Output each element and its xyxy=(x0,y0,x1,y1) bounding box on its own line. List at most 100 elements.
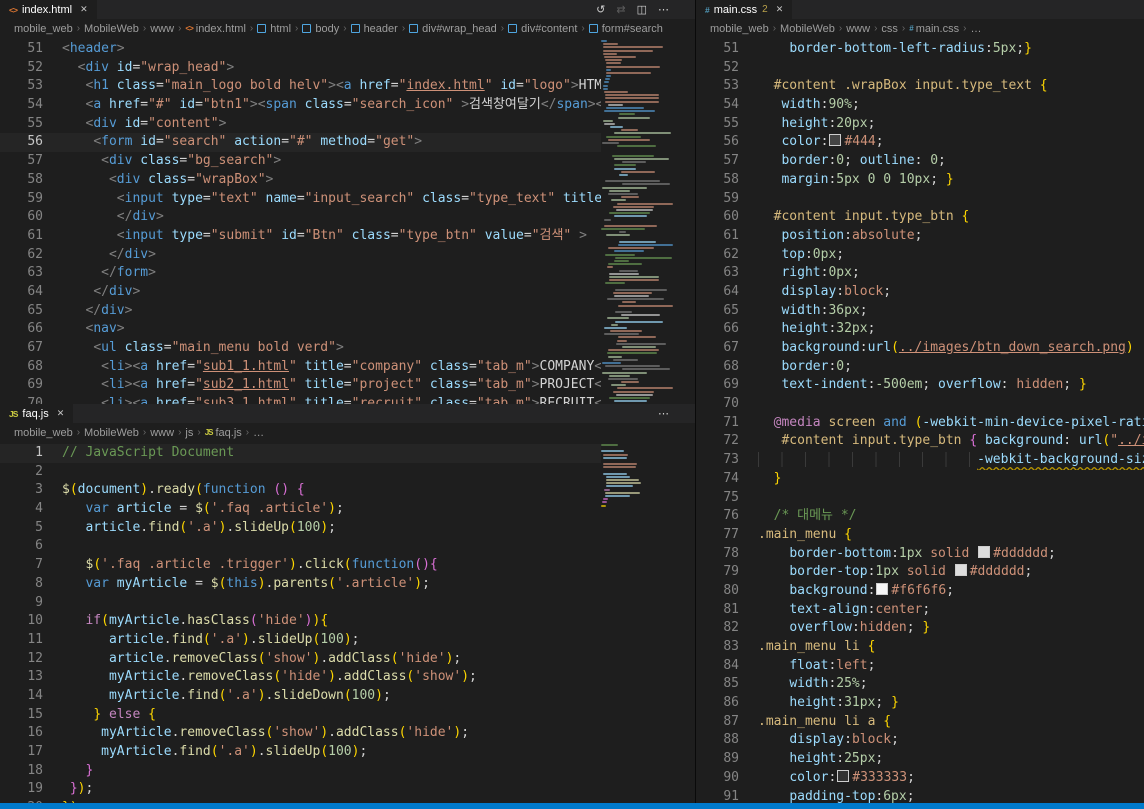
breadcrumb-item[interactable]: MobileWeb xyxy=(780,23,835,35)
code-line: 56 <form id="search" action="#" method="… xyxy=(0,133,695,152)
more-actions-icon[interactable]: ⋯ xyxy=(658,3,669,16)
breadcrumb-separator: › xyxy=(250,23,253,34)
code-line: 90 color:#333333; xyxy=(696,769,1144,788)
breadcrumb-item[interactable]: JSfaq.js xyxy=(205,427,242,439)
status-bar[interactable] xyxy=(0,803,1144,809)
editor-pane-faq-js: JS faq.js ✕ ⋯ mobile_web › MobileWeb › www › j… xyxy=(0,404,695,803)
minimap[interactable] xyxy=(601,38,695,404)
breadcrumb-item[interactable]: www xyxy=(150,427,174,439)
tab-label: main.css xyxy=(714,4,757,16)
breadcrumb[interactable]: mobile_web›MobileWeb›www›js›JSfaq.js›… xyxy=(0,423,695,442)
breadcrumb-separator: › xyxy=(773,23,776,34)
tab-faq-js[interactable]: JS faq.js ✕ xyxy=(0,404,73,423)
close-icon[interactable]: ✕ xyxy=(776,4,784,15)
open-changes-icon[interactable]: ⇄ xyxy=(616,3,625,16)
breadcrumb-item[interactable]: css xyxy=(881,23,898,35)
code-line: 69 text-indent:-500em; overflow: hidden;… xyxy=(696,376,1144,395)
symbol-icon xyxy=(302,24,311,33)
breadcrumb-item[interactable]: body xyxy=(302,23,339,35)
minimap[interactable] xyxy=(601,442,695,803)
code-line: 52 xyxy=(696,59,1144,78)
editor-actions: ⋯ xyxy=(658,404,695,423)
breadcrumb[interactable]: mobile_web›MobileWeb›www›css›#main.css›… xyxy=(696,19,1144,38)
code-lines: 1// JavaScript Document23$(document).rea… xyxy=(0,444,695,803)
breadcrumb-separator: › xyxy=(246,427,249,438)
breadcrumb-item[interactable]: <>index.html xyxy=(185,23,245,35)
code-line: 10 if(myArticle.hasClass('hide')){ xyxy=(0,612,695,631)
code-line: 65 width:36px; xyxy=(696,302,1144,321)
code-line: 61 <input type="submit" id="Btn" class="… xyxy=(0,227,695,246)
breadcrumb-separator: › xyxy=(197,427,200,438)
breadcrumb-separator: › xyxy=(143,427,146,438)
editor-actions: ↺ ⇄ ◫ ⋯ xyxy=(596,0,695,19)
code-line: 63 right:0px; xyxy=(696,264,1144,283)
code-line: 8 var myArticle = $(this).parents('.arti… xyxy=(0,575,695,594)
code-editor[interactable]: 51<header>52 <div id="wrap_head">53 <h1 … xyxy=(0,38,695,404)
breadcrumb-separator: › xyxy=(77,427,80,438)
code-line: 89 height:25px; xyxy=(696,750,1144,769)
breadcrumb-item[interactable]: html xyxy=(257,23,291,35)
code-line: 66 <nav> xyxy=(0,320,695,339)
code-line: 70 xyxy=(696,395,1144,414)
code-line: 74 } xyxy=(696,470,1144,489)
code-line: 81 text-align:center; xyxy=(696,601,1144,620)
close-icon[interactable]: ✕ xyxy=(80,4,88,15)
code-line: 11 article.find('.a').slideUp(100); xyxy=(0,631,695,650)
code-editor[interactable]: 51 border-bottom-left-radius:5px;}5253 #… xyxy=(696,38,1144,803)
code-line: 87.main_menu li a { xyxy=(696,713,1144,732)
breadcrumb[interactable]: mobile_web › MobileWeb › www › <>index.html › ht… xyxy=(0,19,695,38)
code-line: 14 myArticle.find('.a').slideDown(100); xyxy=(0,687,695,706)
breadcrumb-separator: › xyxy=(581,23,584,34)
code-line: 70 <li><a href="sub3_1.html" title="recr… xyxy=(0,395,695,404)
breadcrumb-item[interactable]: … xyxy=(970,23,981,35)
breadcrumb-item[interactable]: mobile_web xyxy=(14,23,73,35)
breadcrumb-item[interactable]: MobileWeb xyxy=(84,427,139,439)
code-line: 72 #content input.type_btn { background:… xyxy=(696,432,1144,451)
code-line: 73 -webkit-background-size:36px 32px;} xyxy=(696,451,1144,470)
code-line: 56 color:#444; xyxy=(696,133,1144,152)
breadcrumb-item[interactable]: MobileWeb xyxy=(84,23,139,35)
breadcrumb-item[interactable]: … xyxy=(253,427,264,439)
history-icon[interactable]: ↺ xyxy=(596,3,605,16)
close-icon[interactable]: ✕ xyxy=(57,408,65,419)
html-file-icon: <> xyxy=(185,24,192,33)
code-line: 86 height:31px; } xyxy=(696,694,1144,713)
breadcrumb-item[interactable]: div#content xyxy=(508,23,577,35)
breadcrumb-item[interactable]: div#wrap_head xyxy=(409,23,497,35)
breadcrumb-separator: › xyxy=(343,23,346,34)
split-editor-icon[interactable]: ◫ xyxy=(637,3,647,16)
breadcrumb-separator: › xyxy=(143,23,146,34)
code-line: 62 top:0px; xyxy=(696,246,1144,265)
tab-main-css[interactable]: # main.css 2 ✕ xyxy=(696,0,792,19)
breadcrumb-item[interactable]: header xyxy=(351,23,398,35)
breadcrumb-item[interactable]: www xyxy=(150,23,174,35)
breadcrumb-item[interactable]: #main.css xyxy=(909,23,959,35)
tab-index-html[interactable]: <> index.html ✕ xyxy=(0,0,97,19)
breadcrumb-item[interactable]: mobile_web xyxy=(710,23,769,35)
code-line: 77.main_menu { xyxy=(696,526,1144,545)
tab-problems-badge: 2 xyxy=(762,4,768,15)
code-line: 54 <a href="#" id="btn1"><span class="se… xyxy=(0,96,695,115)
code-line: 4 var article = $('.faq .article'); xyxy=(0,500,695,519)
breadcrumb-item[interactable]: js xyxy=(185,427,193,439)
js-file-icon: JS xyxy=(9,409,17,419)
breadcrumb-item[interactable]: form#search xyxy=(589,23,663,35)
code-line: 55 height:20px; xyxy=(696,115,1144,134)
code-line: 66 height:32px; xyxy=(696,320,1144,339)
code-line: 82 overflow:hidden; } xyxy=(696,619,1144,638)
code-line: 60 #content input.type_btn { xyxy=(696,208,1144,227)
code-line: 88 display:block; xyxy=(696,731,1144,750)
breadcrumb-item[interactable]: www xyxy=(846,23,870,35)
tab-bar: JS faq.js ✕ ⋯ xyxy=(0,404,695,423)
breadcrumb-item[interactable]: mobile_web xyxy=(14,427,73,439)
code-line: 2 xyxy=(0,463,695,482)
code-editor[interactable]: 1// JavaScript Document23$(document).rea… xyxy=(0,442,695,803)
code-line: 83.main_menu li { xyxy=(696,638,1144,657)
code-line: 54 width:90%; xyxy=(696,96,1144,115)
code-line: 79 border-top:1px solid #dddddd; xyxy=(696,563,1144,582)
more-actions-icon[interactable]: ⋯ xyxy=(658,407,669,420)
code-line: 58 <div class="wrapBox"> xyxy=(0,171,695,190)
breadcrumb-separator: › xyxy=(839,23,842,34)
editor-group-left: <> index.html ✕ ↺ ⇄ ◫ ⋯ mobile_web › MobileWe… xyxy=(0,0,696,803)
code-line: 12 article.removeClass('show').addClass(… xyxy=(0,650,695,669)
